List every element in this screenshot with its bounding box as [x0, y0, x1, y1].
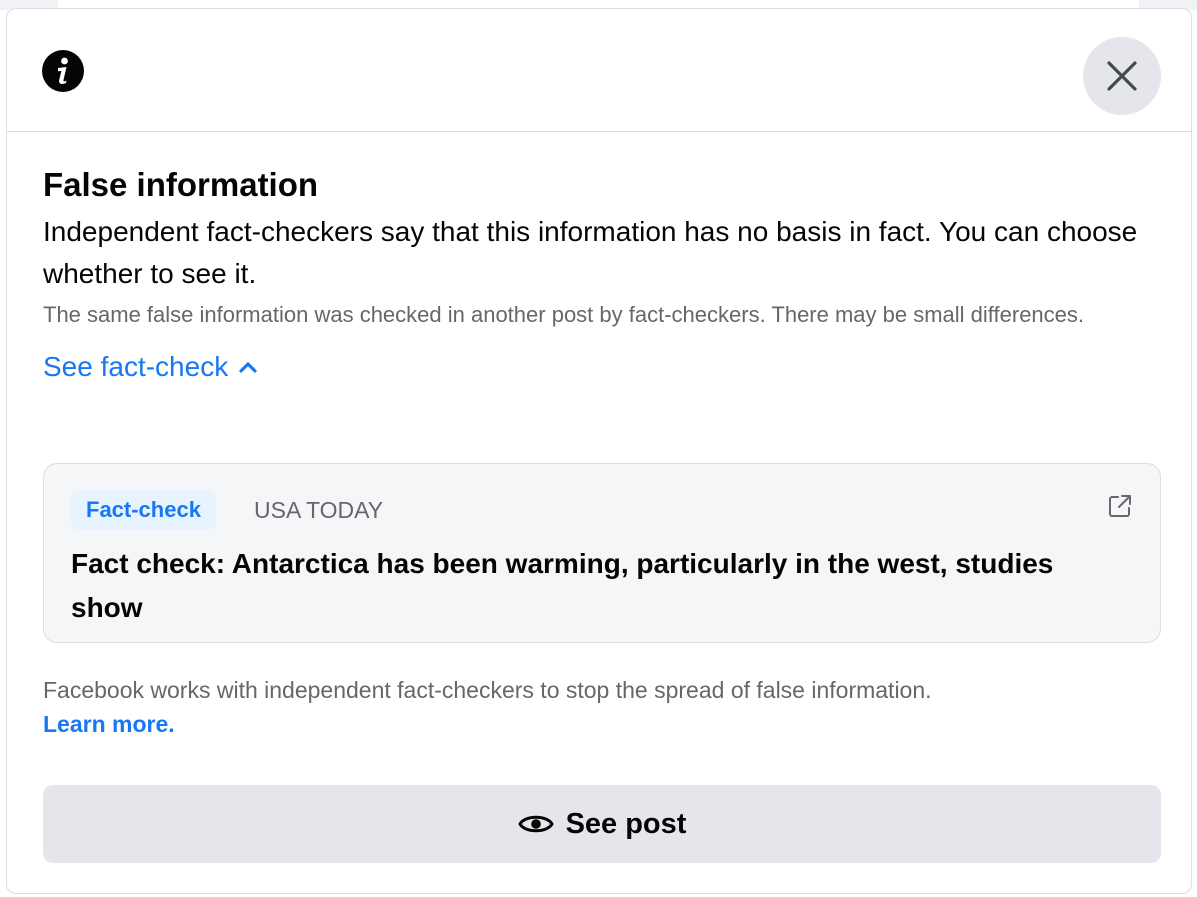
close-icon [1107, 61, 1137, 91]
dialog-header [7, 9, 1191, 132]
dialog-description: Independent fact-checkers say that this … [43, 216, 1138, 289]
chevron-up-icon [239, 362, 257, 373]
fact-check-dialog: False information Independent fact-check… [6, 8, 1192, 894]
external-link-icon[interactable] [1106, 492, 1134, 520]
info-circle-icon [42, 50, 84, 92]
dialog-sub-description: The same false information was checked i… [43, 302, 1085, 327]
see-post-button[interactable]: See post [43, 785, 1161, 863]
publisher-name: USA TODAY [254, 497, 384, 523]
close-button[interactable] [1083, 37, 1161, 115]
see-post-label: See post [565, 807, 687, 840]
learn-more-link[interactable]: Learn more. [43, 707, 1163, 741]
dialog-body: False information Independent fact-check… [43, 165, 1163, 383]
footer-note-text: Facebook works with independent fact-che… [43, 677, 932, 703]
footer-note: Facebook works with independent fact-che… [43, 673, 1163, 741]
fact-check-badge: Fact-check [71, 490, 216, 530]
see-fact-check-link[interactable]: See fact-check [43, 351, 258, 383]
eye-icon [517, 815, 554, 833]
dialog-title: False information [43, 166, 319, 203]
see-fact-check-label: See fact-check [43, 351, 229, 382]
fact-check-headline: Fact check: Antarctica has been warming,… [71, 548, 1054, 623]
fact-check-card[interactable]: Fact-check USA TODAY Fact check: Antarct… [43, 463, 1161, 643]
